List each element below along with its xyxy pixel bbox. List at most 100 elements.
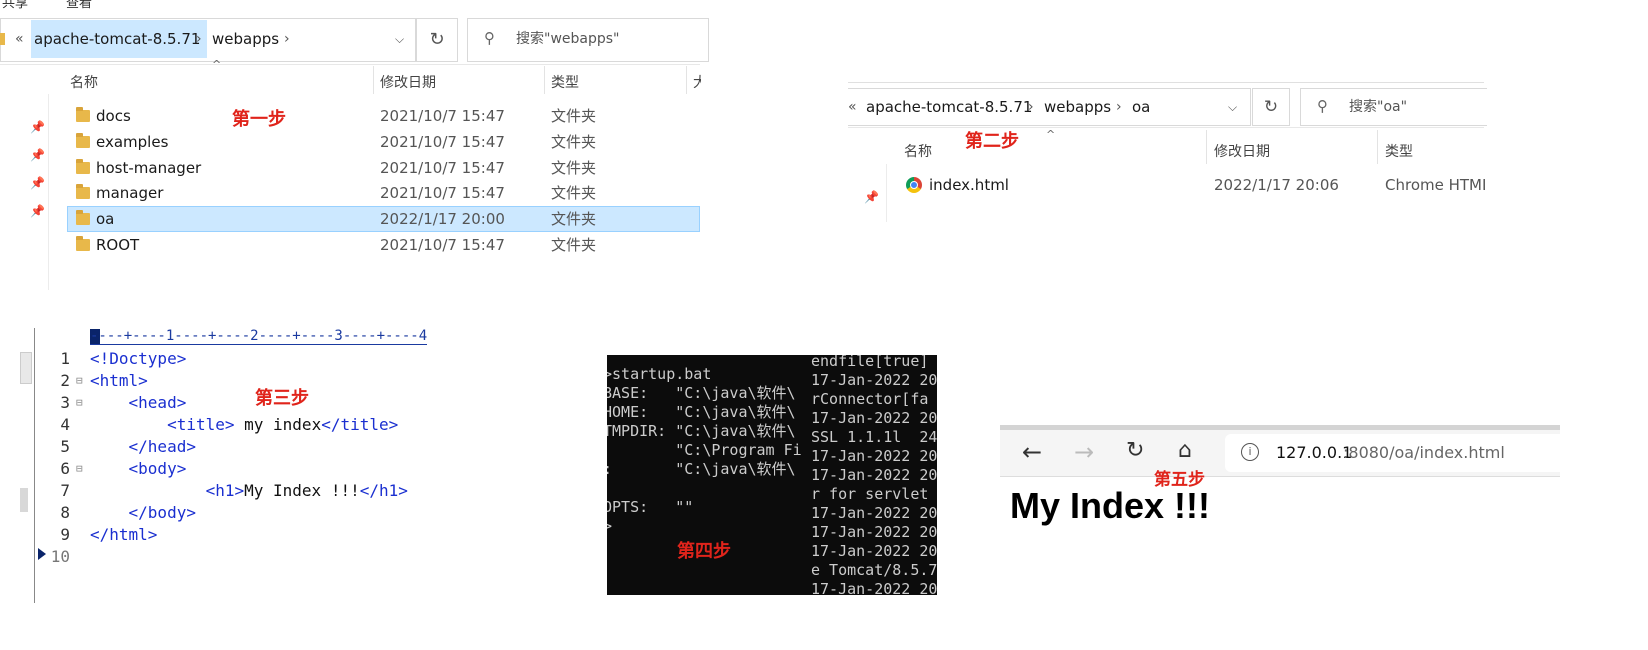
- file-date: 2021/10/7 15:47: [380, 107, 505, 125]
- code-line[interactable]: <!Doctype>: [90, 349, 186, 368]
- file-name: host-manager: [96, 159, 202, 177]
- code-editor[interactable]: ----+----1----+----2----+----3----+----4…: [20, 328, 520, 603]
- folder-icon: [76, 133, 90, 148]
- forward-arrow-icon[interactable]: →: [1074, 438, 1094, 466]
- browser-window: ← → ↻ ⌂ i 127.0.0.1 :8080/oa/index.html …: [1000, 425, 1560, 535]
- terminal-line: BASE: "C:\java\软件\: [607, 384, 796, 402]
- code-line[interactable]: <head>: [90, 393, 187, 412]
- line-number: 1: [60, 349, 70, 368]
- code-line[interactable]: <title> my index</title>: [90, 415, 398, 434]
- back-arrow-icon[interactable]: ←: [1022, 438, 1042, 466]
- file-row-oa[interactable]: oa 2022/1/17 20:00 文件夹: [67, 206, 700, 232]
- file-type: 文件夹: [551, 210, 597, 228]
- code-line[interactable]: </head>: [90, 437, 196, 456]
- file-type: 文件夹: [551, 133, 597, 151]
- file-row-examples[interactable]: examples 2021/10/7 15:47 文件夹: [68, 129, 700, 155]
- refresh-button[interactable]: ↻: [1252, 88, 1290, 126]
- home-icon[interactable]: ⌂: [1178, 438, 1192, 463]
- file-type: Chrome HTML: [1385, 176, 1485, 194]
- sort-ascending-icon: ^: [212, 58, 222, 71]
- column-header-date[interactable]: 修改日期: [380, 72, 436, 92]
- code-line[interactable]: <html>: [90, 371, 148, 390]
- column-header-size[interactable]: 大: [693, 72, 701, 92]
- column-header-type[interactable]: 类型: [1385, 141, 1413, 161]
- column-header-name[interactable]: 名称: [904, 141, 932, 161]
- menu-view[interactable]: 查看: [66, 0, 92, 11]
- terminal-line: >: [607, 517, 613, 535]
- breadcrumb-item-oa[interactable]: oa: [1132, 89, 1150, 125]
- file-name: oa: [96, 210, 115, 228]
- breadcrumb-item-webapps[interactable]: webapps: [212, 19, 279, 59]
- column-divider[interactable]: [686, 66, 687, 94]
- menu-share[interactable]: 共享: [2, 0, 28, 11]
- page-heading: My Index !!!: [1010, 485, 1211, 526]
- terminal-line: : "C:\java\软件\: [607, 460, 796, 478]
- margin-line: [34, 328, 35, 603]
- info-icon[interactable]: i: [1241, 443, 1259, 461]
- pin-icon: 📌: [30, 120, 45, 134]
- column-divider[interactable]: [1206, 130, 1207, 164]
- column-divider[interactable]: [373, 66, 374, 94]
- file-date: 2021/10/7 15:47: [380, 236, 505, 254]
- refresh-button[interactable]: ↻: [416, 18, 458, 62]
- file-row-manager[interactable]: manager 2021/10/7 15:47 文件夹: [68, 180, 700, 206]
- column-divider[interactable]: [544, 66, 545, 94]
- search-icon: ⚲: [484, 29, 495, 47]
- fold-toggle-icon[interactable]: ⊟: [76, 462, 83, 475]
- address-bar[interactable]: « apache-tomcat-8.5.71 › webapps › oa ⌵: [848, 88, 1251, 126]
- code-line[interactable]: </body>: [90, 503, 196, 522]
- column-header-type[interactable]: 类型: [551, 72, 579, 92]
- breadcrumb-item-webapps[interactable]: webapps: [1044, 89, 1111, 125]
- pin-icon: 📌: [30, 176, 45, 190]
- file-name: index.html: [929, 176, 1009, 194]
- search-icon: ⚲: [1317, 97, 1328, 115]
- terminal-window[interactable]: >startup.bat BASE: "C:\java\软件\ HOME: "C…: [607, 355, 937, 595]
- current-line-marker-icon: [38, 548, 46, 560]
- file-row-root[interactable]: ROOT 2021/10/7 15:47 文件夹: [68, 232, 700, 258]
- column-header-name[interactable]: 名称: [70, 72, 98, 92]
- terminal-line: r for servlet: [811, 485, 929, 503]
- step-one-label: 第一步: [232, 109, 286, 130]
- step-five-label: 第五步: [1154, 470, 1205, 490]
- file-row-docs[interactable]: docs 2021/10/7 15:47 文件夹: [68, 103, 700, 129]
- column-divider[interactable]: [1377, 130, 1378, 164]
- column-ruler: ----+----1----+----2----+----3----+----4: [90, 328, 428, 345]
- terminal-line: 17-Jan-2022 20: [811, 542, 937, 560]
- url-bar[interactable]: i 127.0.0.1 :8080/oa/index.html: [1225, 434, 1560, 472]
- file-type: 文件夹: [551, 236, 597, 254]
- chevron-down-icon[interactable]: ⌵: [395, 19, 404, 59]
- breadcrumb-chevron-icon[interactable]: ›: [196, 19, 202, 59]
- fold-toggle-icon[interactable]: ⊟: [76, 374, 83, 387]
- search-box[interactable]: ⚲ 搜索"oa": [1300, 88, 1487, 126]
- reload-icon[interactable]: ↻: [1126, 438, 1144, 463]
- scrollbar-thumb[interactable]: [20, 352, 32, 384]
- breadcrumb-item-tomcat[interactable]: apache-tomcat-8.5.71: [34, 19, 200, 59]
- chevron-down-icon[interactable]: ⌵: [1228, 89, 1237, 125]
- terminal-line: 17-Jan-2022 20: [811, 409, 937, 427]
- fold-toggle-icon[interactable]: ⊟: [76, 396, 83, 409]
- nav-pane-divider[interactable]: [886, 164, 887, 222]
- breadcrumb-chevron-icon[interactable]: ›: [1028, 89, 1034, 125]
- code-line[interactable]: </html>: [90, 525, 157, 544]
- breadcrumb-chevron-icon[interactable]: ›: [284, 19, 290, 59]
- breadcrumb-item-tomcat[interactable]: apache-tomcat-8.5.71: [866, 89, 1032, 125]
- divider: [848, 127, 1484, 128]
- search-placeholder: 搜索"webapps": [516, 31, 620, 47]
- nav-pane-divider[interactable]: [48, 94, 49, 290]
- search-box[interactable]: ⚲ 搜索"webapps": [467, 18, 709, 62]
- browser-toolbar: ← → ↻ ⌂ i 127.0.0.1 :8080/oa/index.html: [1000, 430, 1560, 477]
- file-row-index-html[interactable]: index.html 2022/1/17 20:06 Chrome HTML: [902, 172, 1486, 198]
- breadcrumb-chevron-icon[interactable]: ›: [1116, 89, 1122, 125]
- terminal-line: 17-Jan-2022 20: [811, 466, 937, 484]
- overflow-chevron-icon[interactable]: «: [15, 19, 24, 59]
- file-date: 2022/1/17 20:00: [380, 210, 505, 228]
- terminal-line: 17-Jan-2022 20: [811, 523, 937, 541]
- terminal-line: 17-Jan-2022 20: [811, 580, 937, 595]
- terminal-line: TMPDIR: "C:\java\软件\: [607, 422, 796, 440]
- file-row-host-manager[interactable]: host-manager 2021/10/7 15:47 文件夹: [68, 155, 700, 181]
- code-line[interactable]: <h1>My Index !!!</h1>: [90, 481, 408, 500]
- overflow-chevron-icon[interactable]: «: [848, 89, 857, 125]
- code-line[interactable]: <body>: [90, 459, 187, 478]
- address-bar[interactable]: « apache-tomcat-8.5.71 › webapps › ⌵: [0, 18, 416, 62]
- column-header-date[interactable]: 修改日期: [1214, 141, 1270, 161]
